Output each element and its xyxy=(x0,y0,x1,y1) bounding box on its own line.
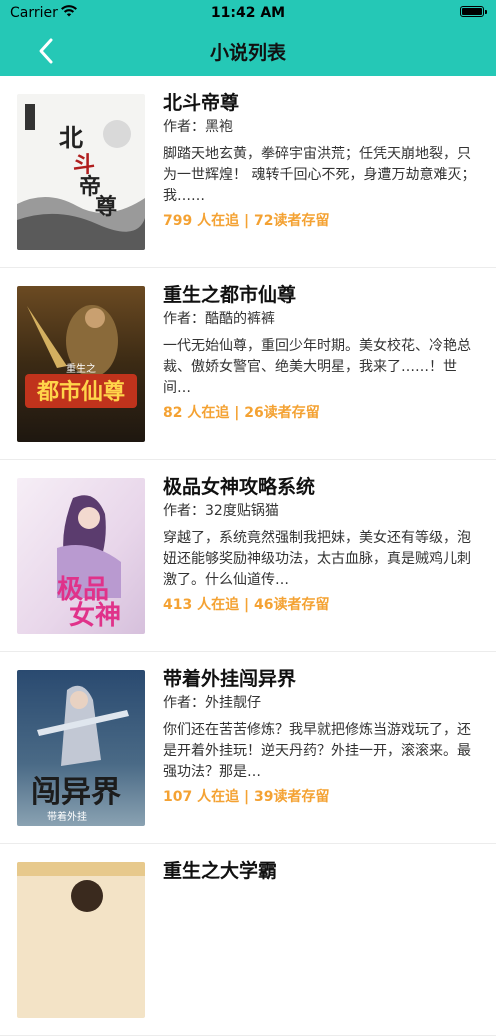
author-prefix: 作者： xyxy=(163,119,205,135)
book-description: 穿越了，系统竟然强制我把妹，美女还有等级，泡妞还能够奖励神级功法，太古血脉，真是… xyxy=(163,530,471,588)
book-title: 极品女神攻略系统 xyxy=(163,476,316,498)
book-title: 北斗帝尊 xyxy=(163,92,240,114)
book-stats: 82 人在追 | 26读者存留 xyxy=(163,405,320,421)
svg-text:女神: 女神 xyxy=(69,600,121,631)
book-cover-image: 极品 女神 xyxy=(17,478,145,634)
svg-text:尊: 尊 xyxy=(95,194,117,220)
book-stats: 799 人在追 | 72读者存留 xyxy=(163,213,330,229)
author-prefix: 作者： xyxy=(163,695,205,711)
book-title: 重生之大学霸 xyxy=(163,860,278,882)
author-name: 32度贴锅猫 xyxy=(205,503,279,519)
author-prefix: 作者： xyxy=(163,503,205,519)
battery-icon xyxy=(460,6,487,17)
svg-text:重生之: 重生之 xyxy=(66,362,96,375)
book-title: 带着外挂闯异界 xyxy=(163,668,297,690)
status-bar: Carrier 11:42 AM xyxy=(0,0,496,26)
author-name: 酷酷的裤裤 xyxy=(205,311,275,327)
book-item-1[interactable]: 北 斗 帝 尊 北斗帝尊 作者：黑袍 脚踏天地玄黄，拳碎宇宙洪荒；任凭天崩地裂，… xyxy=(0,76,496,268)
book-stats: 107 人在追 | 39读者存留 xyxy=(163,789,330,805)
book-item-5[interactable]: 重生之大学霸 xyxy=(0,844,496,1036)
page-title: 小说列表 xyxy=(209,42,286,64)
author-prefix: 作者： xyxy=(163,311,205,327)
book-author: 作者：酷酷的裤裤 xyxy=(163,308,275,328)
book-item-3[interactable]: 极品 女神 极品女神攻略系统 作者：32度贴锅猫 穿越了，系统竟然强制我把妹，美… xyxy=(0,460,496,652)
book-cover-image xyxy=(17,862,145,1018)
svg-text:带着外挂: 带着外挂 xyxy=(47,810,87,823)
book-cover-image: 都市仙尊 重生之 xyxy=(17,286,145,442)
book-author: 作者：黑袍 xyxy=(163,116,233,136)
svg-text:都市仙尊: 都市仙尊 xyxy=(36,379,125,405)
svg-text:北: 北 xyxy=(59,123,83,152)
author-name: 黑袍 xyxy=(205,119,233,135)
book-description: 你们还在苦苦修炼？我早就把修炼当游戏玩了，还是开着外挂玩！逆天丹药？外挂一开，滚… xyxy=(163,722,471,780)
book-description: 一代无始仙尊，重回少年时期。美女校花、冷艳总裁、傲娇女警官、绝美大明星，我来了…… xyxy=(163,338,471,396)
book-author: 作者：32度贴锅猫 xyxy=(163,500,279,520)
status-time: 11:42 AM xyxy=(210,5,286,21)
book-list: 北 斗 帝 尊 北斗帝尊 作者：黑袍 脚踏天地玄黄，拳碎宇宙洪荒；任凭天崩地裂，… xyxy=(0,76,496,1036)
book-cover-image: 闯异界 带着外挂 xyxy=(17,670,145,826)
book-item-2[interactable]: 都市仙尊 重生之 重生之都市仙尊 作者：酷酷的裤裤 一代无始仙尊，重回少年时期。… xyxy=(0,268,496,460)
book-cover-image: 北 斗 帝 尊 xyxy=(17,94,145,250)
book-title: 重生之都市仙尊 xyxy=(163,284,297,306)
book-item-4[interactable]: 闯异界 带着外挂 带着外挂闯异界 作者：外挂靓仔 你们还在苦苦修炼？我早就把修炼… xyxy=(0,652,496,844)
header-bar: Carrier 11:42 AM 小说列表 xyxy=(0,0,496,76)
book-author: 作者：外挂靓仔 xyxy=(163,692,261,712)
author-name: 外挂靓仔 xyxy=(205,695,261,711)
book-description: 脚踏天地玄黄，拳碎宇宙洪荒；任凭天崩地裂，只为一世辉煌！ 魂转千回心不死，身遭万… xyxy=(163,146,476,204)
book-stats: 413 人在追 | 46读者存留 xyxy=(163,597,330,613)
navigation-bar: 小说列表 xyxy=(0,26,496,76)
svg-text:闯异界: 闯异界 xyxy=(31,775,121,810)
